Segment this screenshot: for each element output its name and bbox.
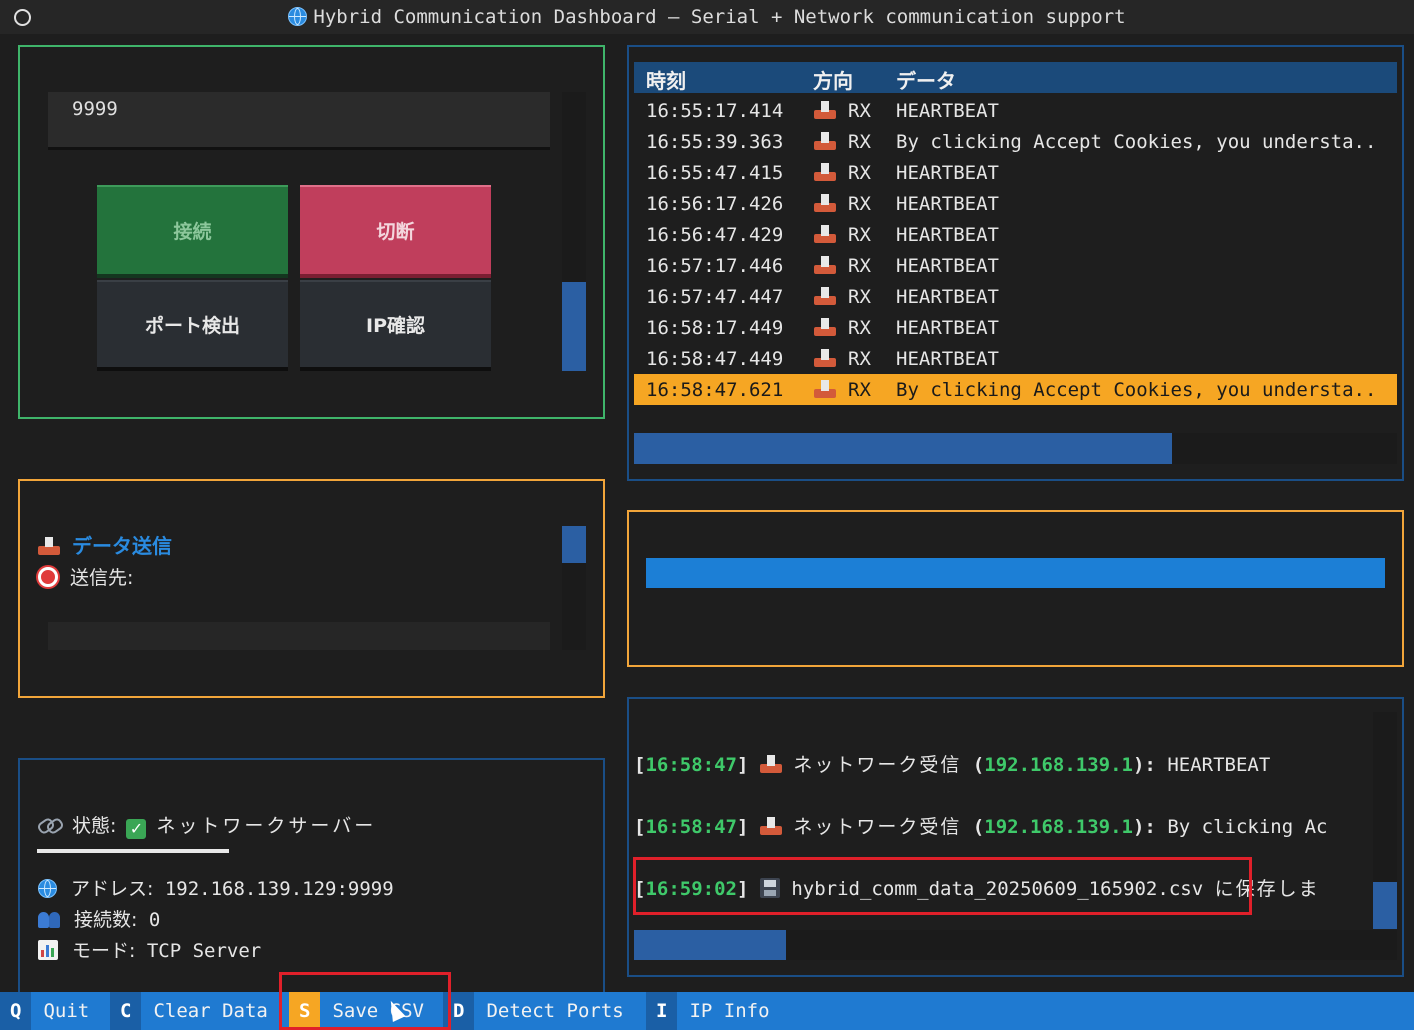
globe-icon: [288, 7, 308, 26]
messages-horizontal-scroll-thumb[interactable]: [634, 930, 786, 960]
inbox-icon: [814, 379, 836, 401]
header-data[interactable]: データ: [896, 65, 956, 94]
globe-icon: [38, 879, 57, 898]
progress-bar: [646, 558, 1385, 588]
annotation-highlight-box: [633, 857, 1252, 915]
inbox-icon: [814, 317, 836, 339]
detect-ports-button[interactable]: ポート検出: [97, 280, 288, 371]
table-row[interactable]: 16:55:39.363 RX By clicking Accept Cookies…: [634, 126, 1397, 157]
inbox-icon: [814, 286, 836, 308]
users-icon: [38, 910, 62, 928]
list-item: [16:58:47] ネットワーク受信 (192.168.139.1): HEA…: [634, 754, 1271, 776]
send-message-input[interactable]: [48, 622, 550, 650]
inbox-icon: [759, 817, 782, 835]
log-horizontal-scroll-thumb[interactable]: [634, 433, 1172, 464]
table-row[interactable]: 16:56:17.426 RX HEARTBEAT: [634, 188, 1397, 219]
disconnect-button[interactable]: 切断: [300, 185, 491, 278]
ip-check-button[interactable]: IP確認: [300, 280, 491, 371]
bar-chart-icon: [38, 940, 58, 960]
status-divider: [37, 849, 229, 853]
inbox-icon: [814, 348, 836, 370]
connect-button[interactable]: 接続: [97, 185, 288, 278]
table-row[interactable]: 16:56:47.429 RX HEARTBEAT: [634, 219, 1397, 250]
connection-panel-scroll-thumb[interactable]: [562, 282, 586, 371]
footer-key-ip-info[interactable]: I IP Info: [646, 992, 782, 1030]
header-time[interactable]: 時刻: [646, 65, 686, 94]
table-row[interactable]: 16:57:47.447 RX HEARTBEAT: [634, 281, 1397, 312]
footer-key-detect-ports[interactable]: D Detect Ports: [443, 992, 636, 1030]
table-row[interactable]: 16:58:17.449 RX HEARTBEAT: [634, 312, 1397, 343]
status-connections-row: 接続数: 0: [38, 905, 160, 932]
window-title: Hybrid Communication Dashboard — Serial …: [0, 6, 1414, 28]
header-direction[interactable]: 方向: [813, 65, 853, 94]
footer-key-clear-data[interactable]: C Clear Data: [110, 992, 280, 1030]
inbox-icon: [814, 224, 836, 246]
table-row[interactable]: 16:58:47.449 RX HEARTBEAT: [634, 343, 1397, 374]
table-row-selected[interactable]: 16:58:47.621 RX By clicking Accept Cookies…: [634, 374, 1397, 405]
port-input[interactable]: 9999: [48, 92, 550, 150]
status-state-row: 状態: ✓ ネットワークサーバー: [38, 811, 376, 839]
log-table-header: 時刻 方向 データ: [634, 62, 1397, 93]
send-panel-title: データ送信: [38, 530, 172, 559]
table-row[interactable]: 16:57:17.446 RX HEARTBEAT: [634, 250, 1397, 281]
list-item: [16:58:47] ネットワーク受信 (192.168.139.1): By …: [634, 816, 1328, 838]
title-bar: Hybrid Communication Dashboard — Serial …: [0, 0, 1414, 34]
footer-key-quit[interactable]: Q Quit: [0, 992, 101, 1030]
inbox-icon: [814, 255, 836, 277]
send-target: 送信先:: [38, 563, 133, 590]
send-panel-scroll-thumb[interactable]: [562, 526, 586, 563]
messages-vertical-scroll-thumb[interactable]: [1373, 882, 1397, 929]
target-icon: [38, 567, 58, 587]
link-icon: [38, 820, 60, 832]
status-address-row: アドレス: 192.168.139.129:9999: [38, 874, 394, 901]
check-icon: ✓: [126, 819, 147, 839]
inbox-icon: [814, 131, 836, 153]
progress-panel: [627, 510, 1404, 667]
inbox-icon: [814, 193, 836, 215]
table-row[interactable]: 16:55:17.414 RX HEARTBEAT: [634, 95, 1397, 126]
table-row[interactable]: 16:55:47.415 RX HEARTBEAT: [634, 157, 1397, 188]
inbox-icon: [814, 100, 836, 122]
inbox-icon: [759, 755, 782, 773]
inbox-icon: [814, 162, 836, 184]
outbox-icon: [38, 537, 60, 555]
footer-keybar: Q Quit C Clear Data S Save CSV D Detect Port…: [0, 992, 1414, 1030]
annotation-highlight-box: [279, 972, 451, 1030]
status-mode-row: モード: TCP Server: [38, 936, 261, 963]
